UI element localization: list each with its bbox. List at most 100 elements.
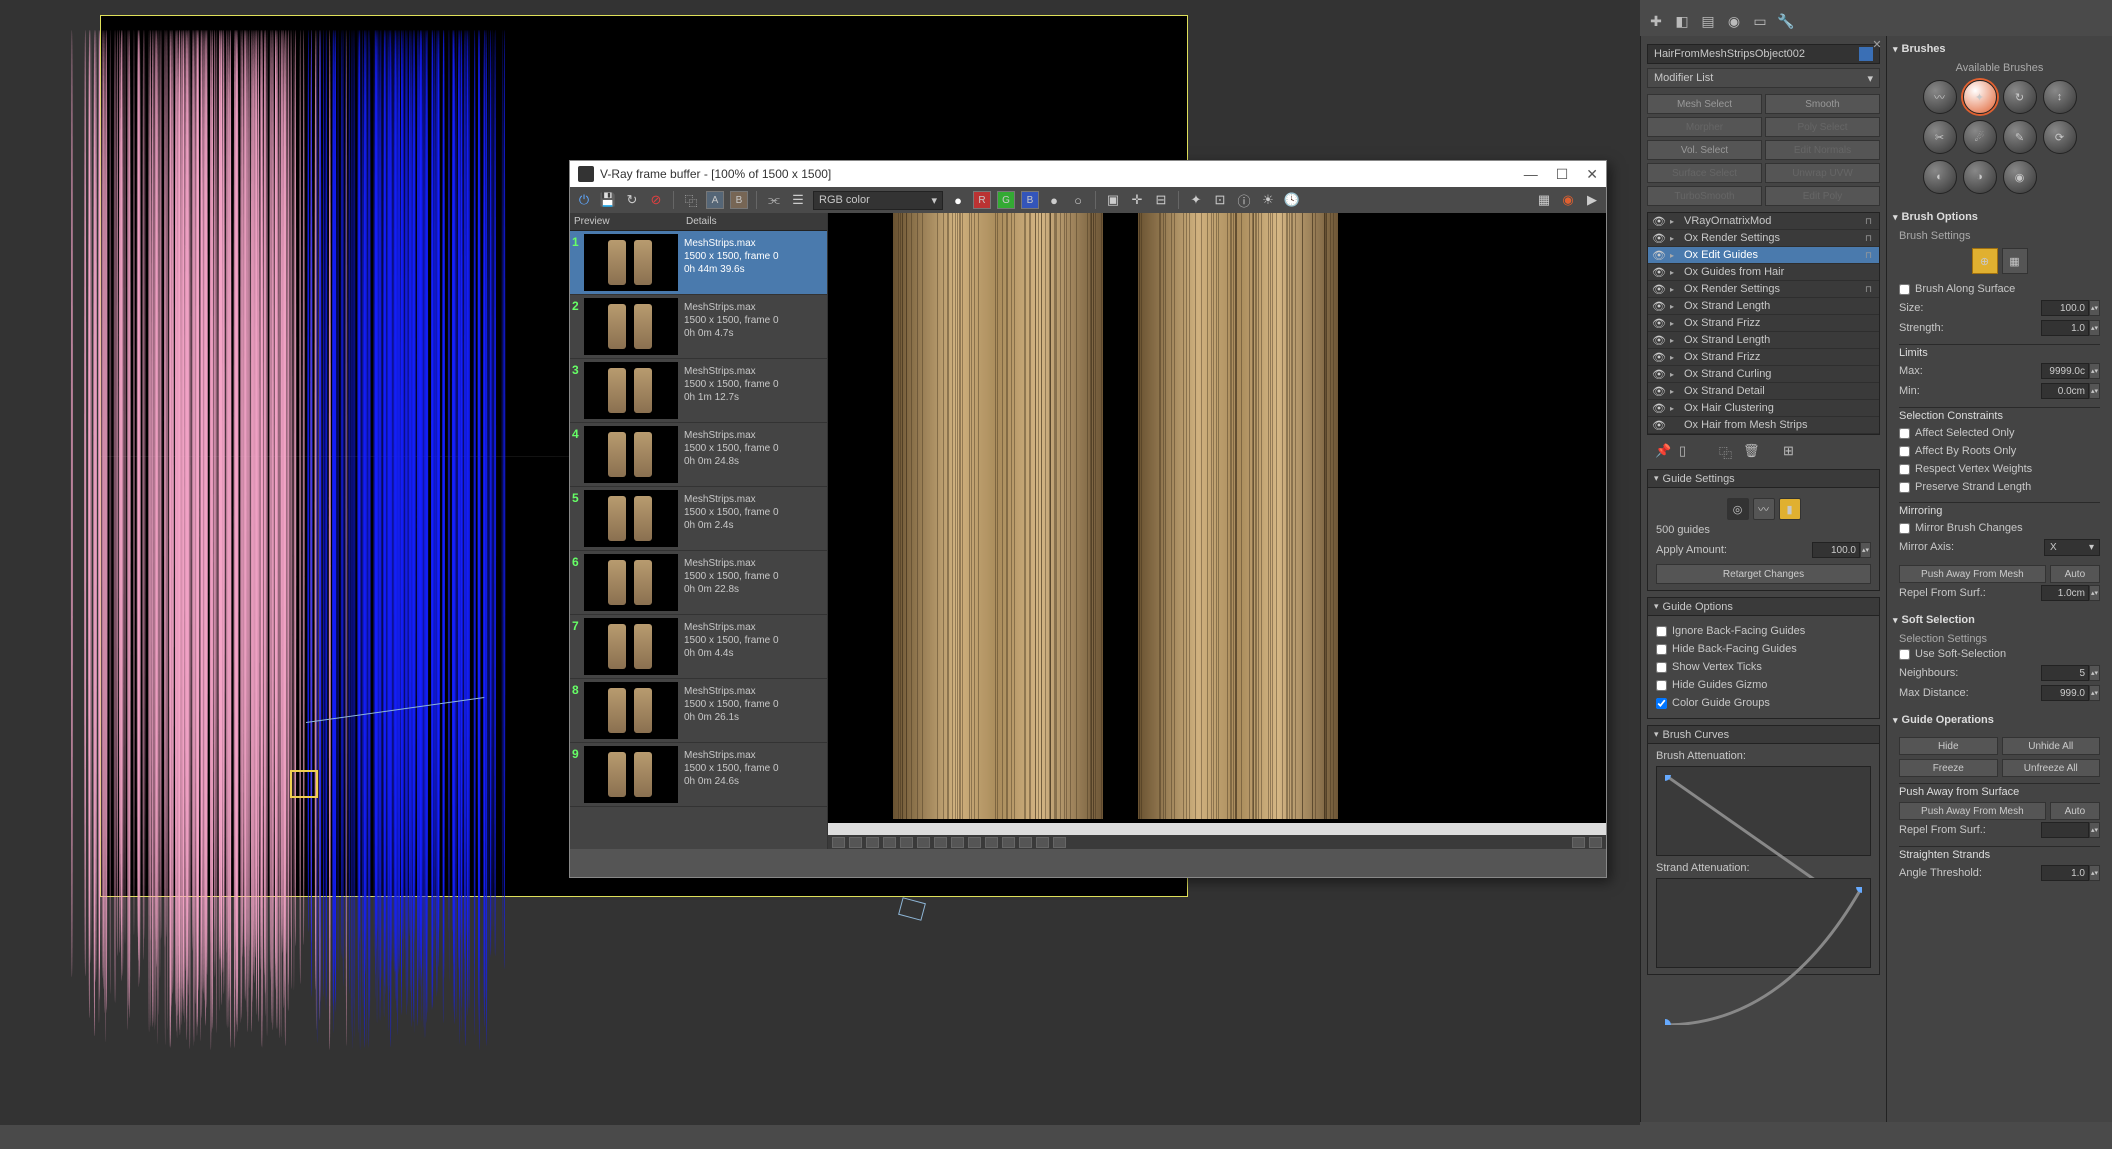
power-icon[interactable]: ⏻ [575, 191, 593, 209]
create-tab-icon[interactable]: ✚ [1646, 11, 1666, 31]
modifier-stack-item[interactable]: 👁Ox Hair from Mesh Strips [1648, 417, 1879, 434]
display-tab-icon[interactable]: ▭ [1750, 11, 1770, 31]
save-icon[interactable]: 💾 [599, 191, 617, 209]
affect-selected-checkbox[interactable] [1899, 428, 1910, 439]
unique-icon[interactable]: ⿻ [1719, 443, 1735, 459]
modifier-preset-button[interactable]: Edit Poly [1765, 186, 1880, 206]
status-icon[interactable] [917, 837, 930, 848]
brush-icon[interactable]: ◐ [1923, 160, 1957, 194]
brush-atten-curve[interactable] [1656, 766, 1871, 856]
status-icon[interactable] [934, 837, 947, 848]
show-vertex-ticks-checkbox[interactable] [1656, 662, 1667, 673]
brush-icon[interactable]: ☄ [1963, 120, 1997, 154]
push-away-button-2[interactable]: Push Away From Mesh [1899, 802, 2046, 820]
link-icon[interactable]: ⫘ [765, 191, 783, 209]
mirror-axis-dropdown[interactable]: X▾ [2044, 539, 2100, 556]
reload-icon[interactable]: ↻ [623, 191, 641, 209]
modifier-preset-button[interactable]: Morpher [1647, 117, 1762, 137]
color-corr-icon[interactable]: ☀ [1259, 191, 1277, 209]
modifier-preset-button[interactable]: Vol. Select [1647, 140, 1762, 160]
apply-amount-spinner[interactable]: ▴▾ [1812, 542, 1871, 558]
status-icon[interactable] [1036, 837, 1049, 848]
render-icon[interactable]: ▶ [1583, 191, 1601, 209]
modifier-preset-button[interactable]: Mesh Select [1647, 94, 1762, 114]
modifier-stack-item[interactable]: 👁▸Ox Strand Length [1648, 332, 1879, 349]
brush-icon[interactable]: ↕ [2043, 80, 2077, 114]
modifier-stack-item[interactable]: 👁▸Ox Strand Frizz [1648, 349, 1879, 366]
rgb-icon[interactable]: ● [949, 191, 967, 209]
brush-icon[interactable]: ↻ [2003, 80, 2037, 114]
hide-backfacing-checkbox[interactable] [1656, 644, 1667, 655]
maximize-icon[interactable]: ☐ [1556, 166, 1569, 183]
history-row[interactable]: 2MeshStrips.max1500 x 1500, frame 00h 0m… [570, 295, 827, 359]
brush-icon[interactable]: ✂ [1923, 120, 1957, 154]
respect-weights-checkbox[interactable] [1899, 464, 1910, 475]
status-icon[interactable] [1572, 837, 1585, 848]
size-spinner[interactable]: ▴▾ [2041, 300, 2100, 316]
modifier-preset-button[interactable]: Edit Normals [1765, 140, 1880, 160]
neighbours-spinner[interactable]: ▴▾ [2041, 665, 2100, 681]
blue-channel-icon[interactable]: B [1021, 191, 1039, 209]
status-icon[interactable] [968, 837, 981, 848]
modify-tab-icon[interactable]: ◧ [1672, 11, 1692, 31]
history-row[interactable]: 9MeshStrips.max1500 x 1500, frame 00h 0m… [570, 743, 827, 807]
vfb-titlebar[interactable]: V-Ray frame buffer - [100% of 1500 x 150… [570, 161, 1606, 187]
object-name-field[interactable]: HairFromMeshStripsObject002 [1647, 44, 1880, 64]
preserve-length-checkbox[interactable] [1899, 482, 1910, 493]
rollout-guide-options[interactable]: ▾Guide Options [1647, 597, 1880, 616]
unfreeze-button[interactable]: Unfreeze All [2002, 759, 2101, 777]
history-icon[interactable]: 🕓 [1283, 191, 1301, 209]
remove-mod-icon[interactable]: 🗑 [1743, 443, 1759, 459]
brush-along-surface-checkbox[interactable] [1899, 284, 1910, 295]
history-row[interactable]: 3MeshStrips.max1500 x 1500, frame 00h 1m… [570, 359, 827, 423]
status-icon[interactable] [900, 837, 913, 848]
push-away-button[interactable]: Push Away From Mesh [1899, 565, 2046, 583]
green-channel-icon[interactable]: G [997, 191, 1015, 209]
modifier-preset-button[interactable]: Smooth [1765, 94, 1880, 114]
bucket-icon[interactable]: ▦ [1535, 191, 1553, 209]
vfb-render-view[interactable] [828, 213, 1606, 849]
auto-button[interactable]: Auto [2050, 565, 2100, 583]
stop-icon[interactable]: ◉ [1559, 191, 1577, 209]
rollout-guide-operations[interactable]: ▾Guide Operations [1893, 711, 2106, 729]
use-softsel-checkbox[interactable] [1899, 649, 1910, 660]
brush-mode-add-icon[interactable]: ⊕ [1972, 248, 1998, 274]
modifier-stack-item[interactable]: 👁▸Ox Strand Length [1648, 298, 1879, 315]
status-icon[interactable] [951, 837, 964, 848]
motion-tab-icon[interactable]: ◉ [1724, 11, 1744, 31]
ignore-backfacing-checkbox[interactable] [1656, 626, 1667, 637]
clear-region-icon[interactable]: ⊟ [1152, 191, 1170, 209]
pixel-info-icon[interactable]: ⓘ [1235, 191, 1253, 209]
status-icon[interactable] [866, 837, 879, 848]
ab-a-icon[interactable]: A [706, 191, 724, 209]
rollout-guide-settings[interactable]: ▾Guide Settings [1647, 469, 1880, 488]
strength-spinner[interactable]: ▴▾ [2041, 320, 2100, 336]
rollout-brushes[interactable]: ▾Brushes [1893, 40, 2106, 58]
modifier-stack-item[interactable]: 👁▸Ox Edit Guides⊓ [1648, 247, 1879, 264]
modifier-preset-button[interactable]: Poly Select [1765, 117, 1880, 137]
configure-icon[interactable]: ⊞ [1783, 443, 1799, 459]
history-row[interactable]: 5MeshStrips.max1500 x 1500, frame 00h 0m… [570, 487, 827, 551]
modifier-stack-item[interactable]: 👁▸VRayOrnatrixMod⊓ [1648, 213, 1879, 230]
mirror-checkbox[interactable] [1899, 523, 1910, 534]
hierarchy-tab-icon[interactable]: ▤ [1698, 11, 1718, 31]
status-icon[interactable] [1019, 837, 1032, 848]
history-row[interactable]: 4MeshStrips.max1500 x 1500, frame 00h 0m… [570, 423, 827, 487]
brush-icon[interactable]: ◑ [1963, 160, 1997, 194]
guide-comb-icon[interactable]: ▮ [1779, 498, 1801, 520]
transform-gizmo[interactable] [290, 770, 318, 798]
brush-icon[interactable]: 〰 [1923, 80, 1957, 114]
minimize-icon[interactable]: — [1524, 166, 1538, 183]
brush-icon[interactable]: ⟳ [2043, 120, 2077, 154]
region-icon[interactable]: ▣ [1104, 191, 1122, 209]
freeze-button[interactable]: Freeze [1899, 759, 1998, 777]
status-icon[interactable] [1002, 837, 1015, 848]
channel-dropdown[interactable]: RGB color▾ [813, 191, 943, 210]
guide-hair-icon[interactable]: 〰 [1753, 498, 1775, 520]
color-groups-checkbox[interactable] [1656, 698, 1667, 709]
status-icon[interactable] [832, 837, 845, 848]
history-row[interactable]: 8MeshStrips.max1500 x 1500, frame 00h 0m… [570, 679, 827, 743]
hide-gizmo-checkbox[interactable] [1656, 680, 1667, 691]
modifier-stack-item[interactable]: 👁▸Ox Render Settings⊓ [1648, 230, 1879, 247]
modifier-stack-item[interactable]: 👁▸Ox Strand Frizz [1648, 315, 1879, 332]
